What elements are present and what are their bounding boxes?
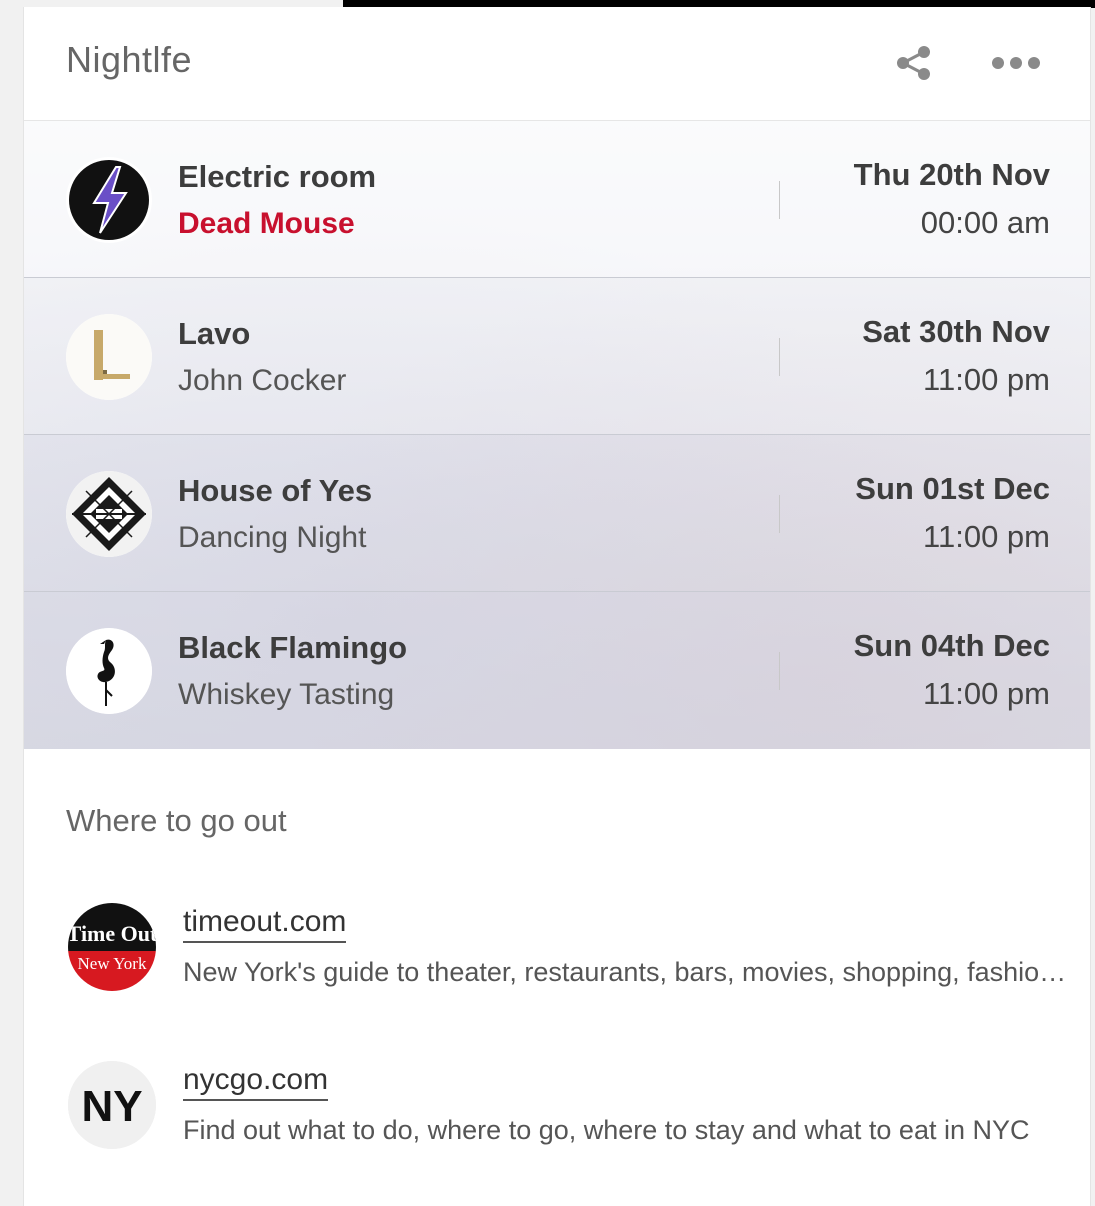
- event-date: Sun 01st Dec: [855, 471, 1050, 506]
- event-row[interactable]: Black Flamingo Whiskey Tasting Sun 04th …: [24, 592, 1090, 749]
- event-act: Whiskey Tasting: [178, 678, 395, 711]
- events-list: Electric room Dead Mouse Thu 20th Nov 00…: [24, 121, 1090, 749]
- event-venue: Lavo: [178, 316, 251, 351]
- nightlife-card: Nightlfe Electric room Dead Mouse Thu 20…: [23, 7, 1091, 1206]
- event-divider: [779, 338, 780, 376]
- event-venue: House of Yes: [178, 473, 373, 508]
- flamingo-logo: [66, 628, 152, 714]
- timeout-new-york-logo: Time Out New York: [68, 903, 156, 991]
- more-options-icon[interactable]: [988, 51, 1048, 75]
- event-row[interactable]: Electric room Dead Mouse Thu 20th Nov 00…: [24, 121, 1090, 278]
- timeout-logo-subtext: New York: [78, 954, 147, 973]
- event-time: 11:00 pm: [923, 676, 1050, 711]
- event-date: Sat 30th Nov: [862, 314, 1050, 349]
- site-link[interactable]: timeout.com: [183, 905, 347, 943]
- lavo-l-logo: [66, 314, 152, 400]
- site-item: NY nycgo.com Find out what to do, where …: [24, 1055, 1090, 1165]
- card-header: Nightlfe: [24, 7, 1090, 121]
- event-date: Sun 04th Dec: [853, 628, 1050, 663]
- event-act: Dead Mouse: [178, 207, 355, 240]
- event-venue: Black Flamingo: [178, 630, 408, 665]
- site-item: Time Out New York timeout.com New York's…: [24, 897, 1090, 1007]
- event-act: Dancing Night: [178, 521, 367, 554]
- site-description: Find out what to do, where to go, where …: [183, 1115, 1030, 1145]
- site-link[interactable]: nycgo.com: [183, 1063, 329, 1101]
- event-time: 11:00 pm: [923, 362, 1050, 397]
- event-divider: [779, 181, 780, 219]
- event-time: 11:00 pm: [923, 519, 1050, 554]
- event-row[interactable]: House of Yes Dancing Night Sun 01st Dec …: [24, 435, 1090, 592]
- event-divider: [779, 652, 780, 690]
- site-description: New York's guide to theater, restaurants…: [183, 957, 1078, 987]
- share-icon[interactable]: [894, 43, 934, 83]
- event-venue: Electric room: [178, 159, 377, 194]
- geometric-diamond-logo: [66, 471, 152, 557]
- event-divider: [779, 495, 780, 533]
- event-row[interactable]: Lavo John Cocker Sat 30th Nov 11:00 pm: [24, 278, 1090, 435]
- event-act: John Cocker: [178, 364, 347, 397]
- ny-logo-text: NY: [81, 1082, 142, 1131]
- card-title: Nightlfe: [66, 39, 193, 80]
- timeout-logo-text: Time Out: [68, 921, 156, 946]
- section-title: Where to go out: [66, 803, 287, 838]
- event-date: Thu 20th Nov: [853, 157, 1050, 192]
- event-time: 00:00 am: [920, 205, 1050, 240]
- ny-logo: NY: [68, 1061, 156, 1149]
- lightning-bolt-logo: [66, 157, 152, 243]
